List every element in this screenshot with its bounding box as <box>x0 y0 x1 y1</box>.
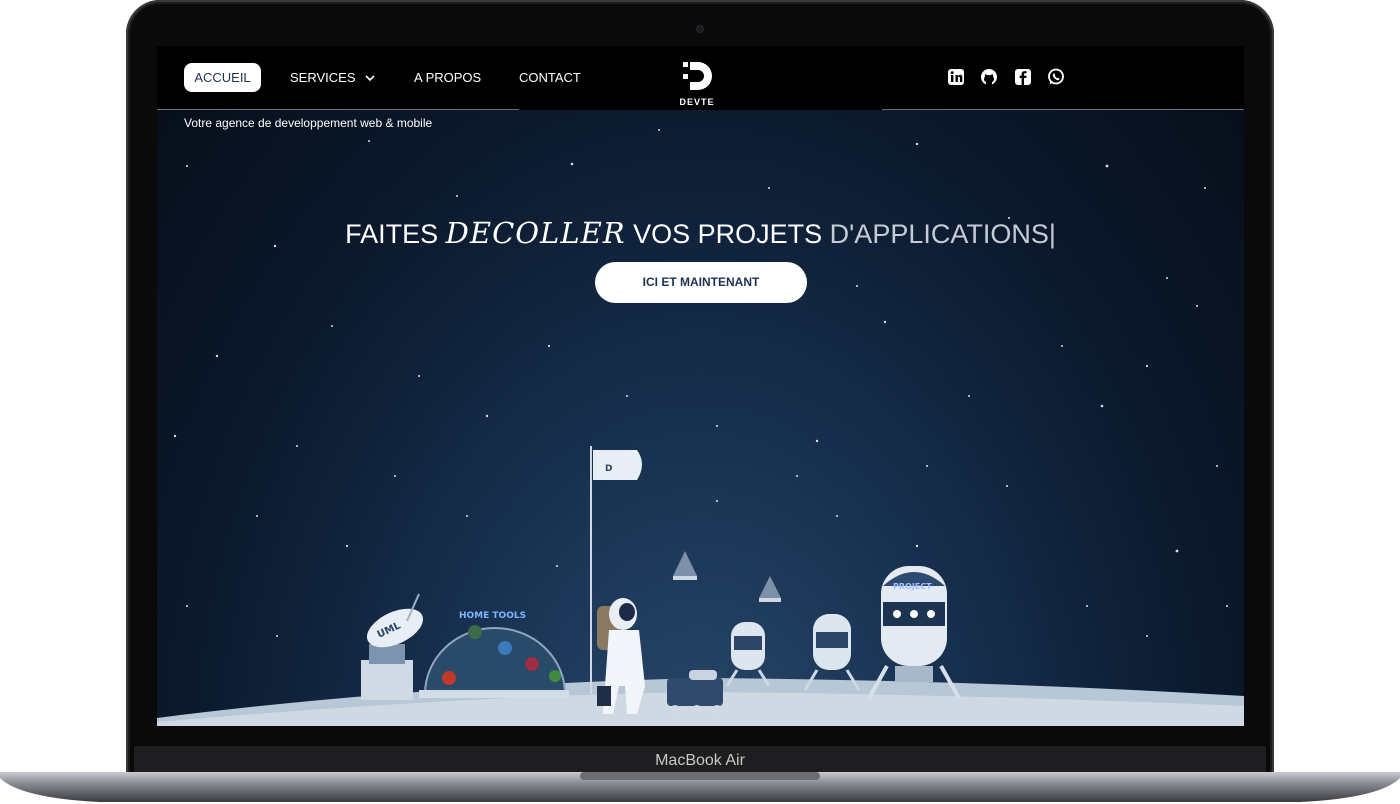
space-illustration: UML HOME TOOLS D PROJECT <box>157 129 1244 726</box>
website-screen: UML HOME TOOLS D PROJECT ACCUEIL SERVICE… <box>157 46 1244 726</box>
hero-word-1: FAITES <box>345 219 439 249</box>
linkedin-icon[interactable] <box>946 67 966 87</box>
logo-mark-icon <box>683 62 712 90</box>
camera-icon <box>697 26 703 32</box>
header-divider-right <box>882 109 1244 110</box>
drones-illustration <box>673 551 781 602</box>
laptop-base <box>0 772 1400 802</box>
nav-services[interactable]: SERVICES <box>290 64 375 92</box>
nav-about[interactable]: A PROPOS <box>414 64 481 92</box>
antenna-illustration: UML <box>361 593 424 700</box>
facebook-icon[interactable] <box>1013 67 1033 87</box>
logo-text: DEVTE <box>679 97 715 107</box>
cta-button[interactable]: ICI ET MAINTENANT <box>595 262 807 303</box>
svg-text:D: D <box>605 464 612 474</box>
hero-word-4: D'APPLICATIONS| <box>829 219 1056 249</box>
tagline: Votre agence de developpement web & mobi… <box>184 116 433 130</box>
whatsapp-icon[interactable] <box>1046 67 1066 87</box>
project-rocket-illustration: PROJECT <box>867 566 961 699</box>
hero-word-3: VOS PROJETS <box>633 219 823 249</box>
nav-home-button[interactable]: ACCUEIL <box>184 63 261 92</box>
github-icon[interactable] <box>979 67 999 87</box>
brand-logo[interactable]: DEVTE <box>678 56 718 107</box>
chevron-down-icon <box>365 75 375 82</box>
rover-illustration <box>667 670 723 715</box>
hero-word-2: DECOLLER <box>445 216 626 250</box>
nav-contact[interactable]: CONTACT <box>519 64 581 92</box>
svg-text:HOME TOOLS: HOME TOOLS <box>459 611 526 621</box>
hero-title: FAITES DECOLLER VOS PROJETS D'APPLICATIO… <box>157 216 1244 250</box>
header-divider-left <box>157 109 519 110</box>
stars <box>173 129 1228 637</box>
svg-text:PROJECT: PROJECT <box>893 582 932 591</box>
dome-illustration: HOME TOOLS <box>419 611 569 698</box>
nav-services-label: SERVICES <box>290 70 356 85</box>
